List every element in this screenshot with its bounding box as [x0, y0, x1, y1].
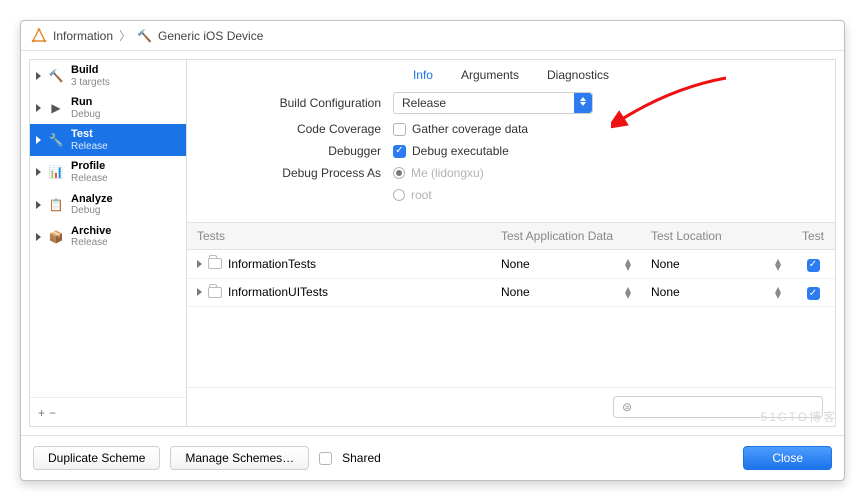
code-coverage-label: Code Coverage [203, 122, 393, 136]
sidebar-item-sublabel: Release [71, 173, 108, 185]
analyze-icon: 📋 [47, 198, 65, 212]
debug-process-label: Debug Process As [203, 166, 393, 180]
tab-arguments[interactable]: Arguments [461, 68, 519, 82]
sidebar-item-label: Analyze [71, 193, 113, 206]
build-config-select[interactable]: Release [393, 92, 593, 114]
tab-bar: Info Arguments Diagnostics [187, 60, 835, 92]
manage-schemes-button[interactable]: Manage Schemes… [170, 446, 309, 470]
sidebar-item-sublabel: Debug [71, 109, 100, 121]
sidebar-item-sublabel: Release [71, 237, 111, 249]
app-icon [31, 28, 47, 44]
tests-header-row: Tests Test Application Data Test Locatio… [187, 223, 835, 250]
sidebar-add-remove: +− [30, 397, 186, 426]
sidebar-item-build[interactable]: 🔨 Build3 targets [30, 60, 186, 92]
sidebar-item-profile[interactable]: 📊 ProfileRelease [30, 156, 186, 188]
chevron-updown-icon[interactable]: ▴▾ [775, 258, 781, 270]
dialog-footer: Duplicate Scheme Manage Schemes… Shared … [21, 435, 844, 480]
app-data-value[interactable]: None [501, 285, 530, 299]
sidebar-item-archive[interactable]: 📦 ArchiveRelease [30, 221, 186, 253]
breadcrumb-separator: 〉 [119, 27, 131, 44]
col-test[interactable]: Test [791, 223, 835, 249]
sidebar-item-label: Profile [71, 160, 108, 173]
disclosure-icon [36, 72, 41, 80]
build-icon: 🔨 [47, 69, 65, 83]
breadcrumb-project[interactable]: Information [53, 29, 113, 43]
archive-icon: 📦 [47, 230, 65, 244]
folder-icon [208, 287, 222, 298]
close-button[interactable]: Close [743, 446, 832, 470]
chevron-updown-icon[interactable]: ▴▾ [625, 286, 631, 298]
tab-diagnostics[interactable]: Diagnostics [547, 68, 609, 82]
shared-checkbox[interactable] [319, 452, 332, 465]
debug-process-root-radio [393, 189, 405, 201]
breadcrumb: Information 〉 🔨 Generic iOS Device [21, 21, 844, 51]
location-value[interactable]: None [651, 257, 680, 271]
app-data-value[interactable]: None [501, 257, 530, 271]
build-config-value: Release [402, 96, 446, 110]
sidebar-item-run[interactable]: ▶ RunDebug [30, 92, 186, 124]
main-pane: Info Arguments Diagnostics Build Configu… [187, 59, 836, 427]
folder-icon [208, 258, 222, 269]
disclosure-icon [36, 104, 41, 112]
location-value[interactable]: None [651, 285, 680, 299]
debug-executable-text: Debug executable [412, 144, 509, 158]
test-icon: 🔧 [47, 133, 65, 147]
table-row[interactable]: InformationUITests None ▴▾ None ▴▾ [187, 279, 835, 308]
chevron-updown-icon[interactable]: ▴▾ [625, 258, 631, 270]
debug-executable-checkbox[interactable] [393, 145, 406, 158]
table-row[interactable]: InformationTests None ▴▾ None ▴▾ [187, 250, 835, 279]
test-enabled-checkbox[interactable] [807, 287, 820, 300]
tab-info[interactable]: Info [413, 68, 433, 82]
chevron-updown-icon[interactable]: ▴▾ [775, 286, 781, 298]
disclosure-icon[interactable] [197, 260, 202, 268]
col-app-data[interactable]: Test Application Data [491, 223, 641, 249]
debugger-label: Debugger [203, 144, 393, 158]
sidebar-item-label: Archive [71, 225, 111, 238]
tests-footer: ⊜ [187, 387, 835, 426]
remove-button[interactable]: − [49, 406, 60, 420]
col-location[interactable]: Test Location [641, 223, 791, 249]
debug-process-me-radio [393, 167, 405, 179]
shared-label: Shared [342, 451, 381, 465]
disclosure-icon[interactable] [197, 288, 202, 296]
test-enabled-checkbox[interactable] [807, 259, 820, 272]
build-config-label: Build Configuration [203, 96, 393, 110]
body: 🔨 Build3 targets ▶ RunDebug 🔧 TestReleas… [21, 51, 844, 435]
test-target-name: InformationUITests [228, 285, 328, 299]
info-form: Build Configuration Release Code Coverag… [187, 92, 835, 222]
sidebar-item-sublabel: 3 targets [71, 77, 110, 89]
scheme-action-list: 🔨 Build3 targets ▶ RunDebug 🔧 TestReleas… [29, 59, 187, 427]
sidebar-item-label: Run [71, 96, 100, 109]
disclosure-icon [36, 136, 41, 144]
hammer-icon: 🔨 [137, 29, 152, 43]
disclosure-icon [36, 233, 41, 241]
code-coverage-text: Gather coverage data [412, 122, 528, 136]
breadcrumb-device[interactable]: Generic iOS Device [158, 29, 263, 43]
sidebar-item-label: Test [71, 128, 108, 141]
code-coverage-checkbox[interactable] [393, 123, 406, 136]
sidebar-item-label: Build [71, 64, 110, 77]
sidebar-item-sublabel: Debug [71, 205, 113, 217]
sidebar-item-analyze[interactable]: 📋 AnalyzeDebug [30, 189, 186, 221]
scheme-editor-window: Information 〉 🔨 Generic iOS Device 🔨 Bui… [20, 20, 845, 481]
run-icon: ▶ [47, 101, 65, 115]
sidebar-item-sublabel: Release [71, 141, 108, 153]
tests-table: Tests Test Application Data Test Locatio… [187, 222, 835, 426]
debug-process-me-text: Me (lidongxu) [411, 166, 484, 180]
disclosure-icon [36, 168, 41, 176]
chevron-updown-icon [574, 93, 592, 113]
col-tests[interactable]: Tests [187, 223, 491, 249]
debug-process-root-text: root [411, 188, 432, 202]
test-target-name: InformationTests [228, 257, 316, 271]
watermark: 51CTO博客 [761, 408, 837, 425]
disclosure-icon [36, 201, 41, 209]
profile-icon: 📊 [47, 165, 65, 179]
sidebar-item-test[interactable]: 🔧 TestRelease [30, 124, 186, 156]
add-button[interactable]: + [38, 406, 49, 420]
duplicate-scheme-button[interactable]: Duplicate Scheme [33, 446, 160, 470]
